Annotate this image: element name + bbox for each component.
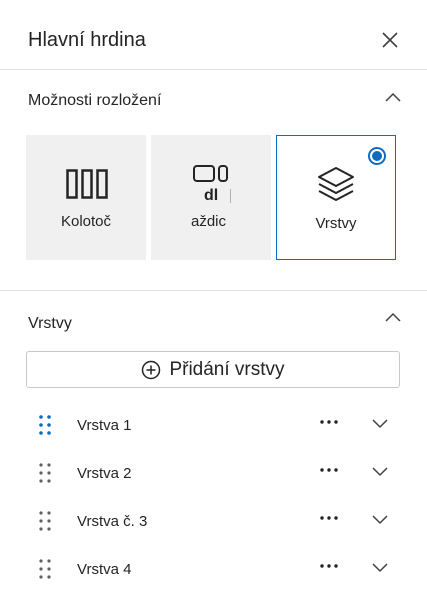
more-options-icon[interactable]: [318, 510, 340, 530]
chevron-down-icon[interactable]: [370, 465, 390, 479]
chevron-down-icon[interactable]: [370, 513, 390, 527]
layout-option-label: Vrstvy: [315, 215, 357, 232]
selected-radio-icon: [368, 147, 386, 165]
chevron-down-icon[interactable]: [370, 561, 390, 575]
layer-name: Vrstva 1: [77, 417, 132, 434]
tiles-icon-glyph: dl: [204, 187, 219, 204]
drag-handle-icon[interactable]: [38, 510, 52, 532]
layout-option-tiles[interactable]: dl aždic: [151, 135, 271, 260]
layout-option-label: aždic: [191, 213, 227, 230]
drag-handle-icon[interactable]: [38, 414, 52, 436]
section-divider: [0, 290, 427, 291]
more-options-icon[interactable]: [318, 558, 340, 578]
panel-title: Hlavní hrdina: [28, 29, 146, 51]
layer-item[interactable]: Vrstva 1: [0, 414, 427, 462]
layout-section-title: Možnosti rozložení: [28, 92, 162, 109]
layer-item[interactable]: Vrstva č. 3: [0, 510, 427, 558]
layer-item[interactable]: Vrstva 4: [0, 558, 427, 606]
collapse-layout-section-icon[interactable]: [384, 92, 402, 104]
more-options-icon[interactable]: [318, 462, 340, 482]
layer-name: Vrstva č. 3: [77, 513, 148, 530]
drag-handle-icon[interactable]: [38, 558, 52, 580]
close-icon[interactable]: [380, 30, 400, 50]
add-layer-button[interactable]: Přidání vrstvy: [26, 351, 400, 388]
carousel-icon: [66, 169, 108, 199]
panel-header: Hlavní hrdina: [0, 0, 427, 70]
layout-option-label: Kolotoč: [60, 213, 112, 230]
layout-option-carousel[interactable]: Kolotoč: [26, 135, 146, 260]
tiles-icon: [193, 165, 228, 182]
add-layer-label: Přidání vrstvy: [169, 358, 285, 380]
layout-option-layers[interactable]: Vrstvy: [276, 135, 396, 260]
add-circle-icon: [142, 360, 161, 379]
collapse-layers-section-icon[interactable]: [384, 312, 402, 324]
layers-icon: [318, 167, 354, 201]
drag-handle-icon[interactable]: [38, 462, 52, 484]
layer-item[interactable]: Vrstva 2: [0, 462, 427, 510]
more-options-icon[interactable]: [318, 414, 340, 434]
tiles-icon-edge: [230, 189, 231, 203]
layer-name: Vrstva 2: [77, 465, 132, 482]
layer-name: Vrstva 4: [77, 561, 132, 578]
chevron-down-icon[interactable]: [370, 417, 390, 431]
layout-options: Kolotoč dl aždic Vrstvy: [26, 135, 396, 260]
layers-section-title: Vrstvy: [28, 315, 72, 332]
